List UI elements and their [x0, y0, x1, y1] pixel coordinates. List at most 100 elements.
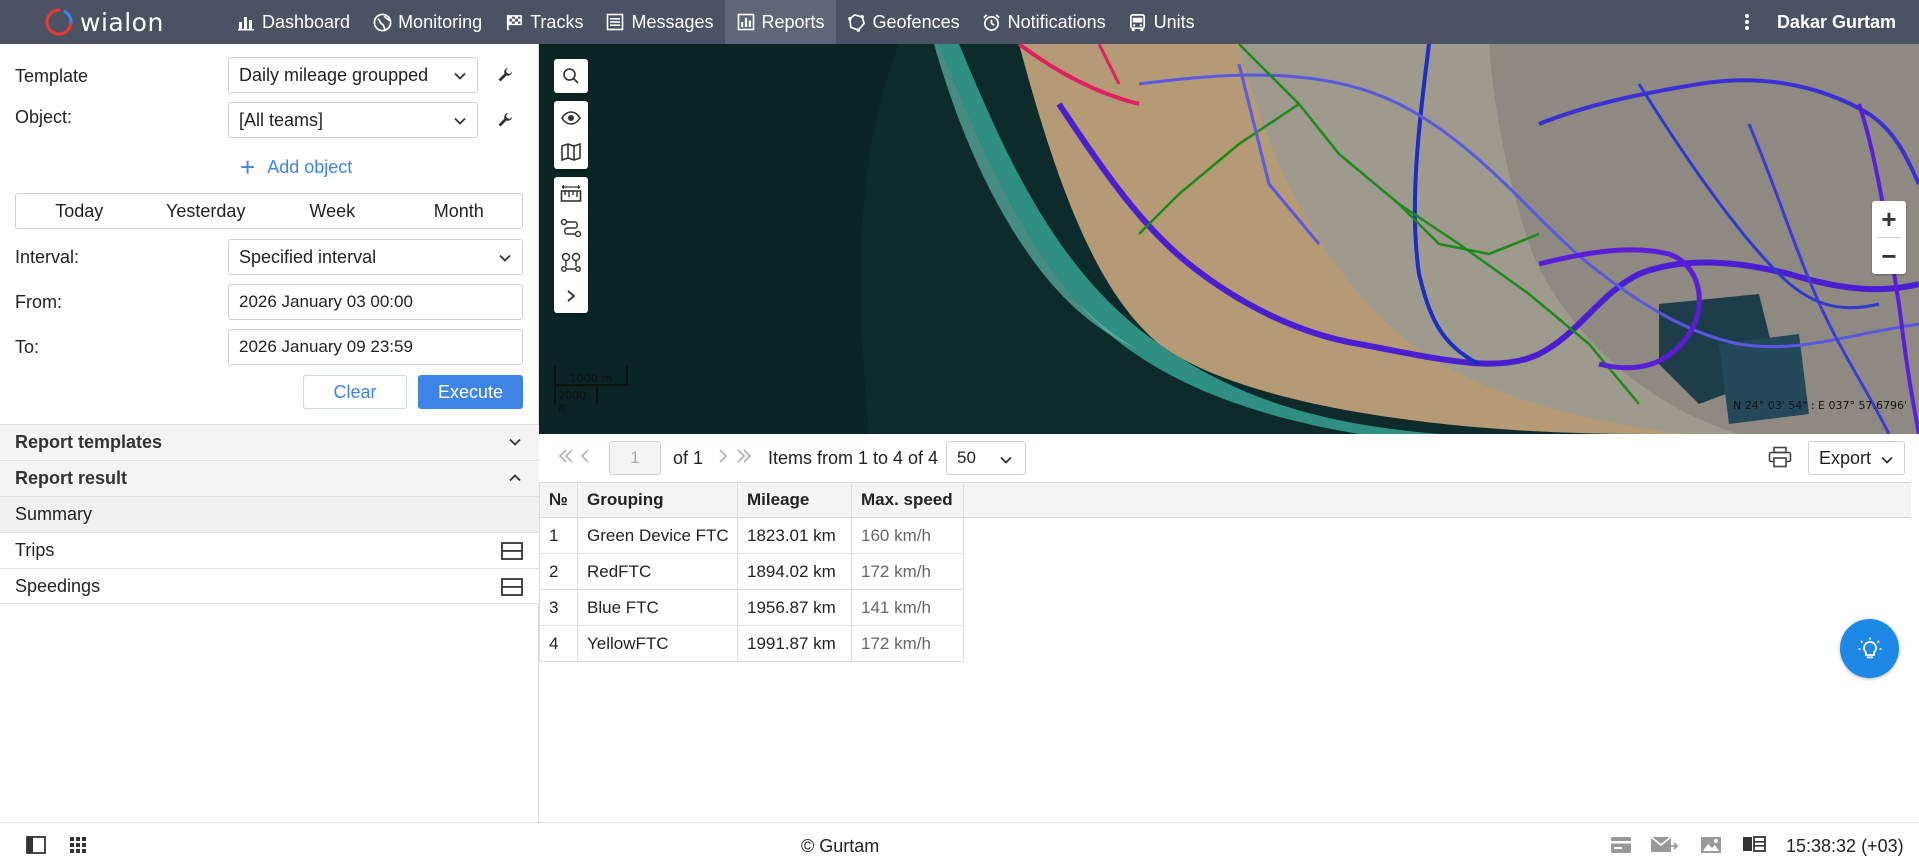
- report-templates-label: Report templates: [15, 432, 163, 452]
- add-object-button[interactable]: + Add object: [240, 154, 352, 180]
- geofence-icon: [847, 12, 867, 32]
- period-today-button[interactable]: Today: [16, 194, 143, 228]
- next-page-icon[interactable]: [717, 448, 729, 464]
- template-label: Template: [15, 66, 89, 86]
- export-label: Export: [1819, 447, 1872, 468]
- wrench-icon[interactable]: [495, 65, 515, 85]
- nav-geofences[interactable]: Geofences: [836, 0, 971, 44]
- zoom-out-button[interactable]: −: [1872, 238, 1906, 274]
- mail-icon[interactable]: [1650, 836, 1678, 854]
- column-header-grouping[interactable]: Grouping: [578, 483, 738, 517]
- eye-icon[interactable]: [554, 101, 588, 135]
- map-layers-icon[interactable]: [554, 135, 588, 169]
- layout-icon[interactable]: [1742, 836, 1766, 852]
- report-settings-panel: Template Daily mileage groupped Object: …: [0, 44, 539, 822]
- prev-page-icon[interactable]: [579, 448, 591, 464]
- chevron-down-icon: [499, 254, 511, 262]
- nav-tracks-label: Tracks: [530, 11, 584, 32]
- cell-grouping: Green Device FTC: [578, 518, 738, 554]
- tips-button[interactable]: [1840, 619, 1899, 678]
- period-week-button[interactable]: Week: [269, 194, 396, 228]
- cell-grouping: Blue FTC: [578, 590, 738, 626]
- nav-reports[interactable]: Reports: [724, 0, 836, 44]
- ruler-icon[interactable]: [554, 177, 588, 211]
- table-row[interactable]: 2 RedFTC 1894.02 km 172 km/h: [539, 554, 964, 590]
- column-header-max-speed[interactable]: Max. speed: [852, 483, 964, 517]
- execute-button[interactable]: Execute: [418, 375, 523, 409]
- chevron-down-icon: [509, 438, 521, 446]
- nav-notifications-label: Notifications: [1007, 11, 1106, 32]
- map-coordinates: N 24° 03' 54" : E 037° 57.6796': [1733, 399, 1907, 412]
- more-menu-icon[interactable]: [1735, 0, 1759, 44]
- chevron-down-icon: [1000, 456, 1012, 464]
- map-view[interactable]: + − 1000 m 2000 ft N 24° 03' 54" : E 037…: [539, 44, 1919, 434]
- table-row[interactable]: 4 YellowFTC 1991.87 km 172 km/h: [539, 626, 964, 662]
- add-object-label: Add object: [267, 156, 353, 177]
- column-header-mileage[interactable]: Mileage: [738, 483, 852, 517]
- table-row[interactable]: 1 Green Device FTC 1823.01 km 160 km/h: [539, 518, 964, 554]
- result-item-label: Summary: [15, 504, 93, 524]
- nav-dashboard-label: Dashboard: [262, 11, 351, 32]
- cell-max-speed: 172 km/h: [852, 626, 964, 662]
- chart-bars-icon: [236, 12, 256, 32]
- cell-mileage: 1956.87 km: [738, 590, 852, 626]
- map-search-icon[interactable]: [554, 59, 588, 93]
- per-page-select[interactable]: 50: [946, 441, 1026, 475]
- interval-select[interactable]: Specified interval: [228, 239, 523, 275]
- period-month-button[interactable]: Month: [396, 194, 523, 228]
- report-icon: [736, 12, 756, 32]
- nav-tracks[interactable]: Tracks: [493, 0, 594, 44]
- satellite-map-image: [539, 44, 1919, 434]
- nav-monitoring-label: Monitoring: [398, 11, 483, 32]
- sidebar-toggle-icon[interactable]: [26, 836, 46, 854]
- table-toggle-icon[interactable]: [501, 578, 523, 596]
- report-result-header[interactable]: Report result: [0, 460, 539, 496]
- apps-grid-icon[interactable]: [69, 836, 87, 854]
- card-icon[interactable]: [1610, 836, 1632, 854]
- page-number-input[interactable]: 1: [609, 441, 661, 475]
- nav-units[interactable]: Units: [1117, 0, 1206, 44]
- user-menu[interactable]: Dakar Gurtam: [1777, 12, 1919, 33]
- nav-notifications[interactable]: Notifications: [971, 0, 1117, 44]
- wialon-logo[interactable]: wialon: [0, 0, 205, 44]
- to-date-input[interactable]: 2026 January 09 23:59: [228, 329, 523, 365]
- object-select[interactable]: [All teams]: [228, 102, 478, 138]
- template-select[interactable]: Daily mileage groupped: [228, 57, 478, 93]
- chevron-up-icon: [509, 474, 521, 482]
- interval-label: Interval:: [15, 247, 80, 267]
- object-label: Object:: [15, 107, 73, 127]
- route-icon[interactable]: [554, 211, 588, 245]
- chevron-right-icon[interactable]: [554, 279, 588, 313]
- report-templates-header[interactable]: Report templates: [0, 424, 539, 460]
- bus-icon: [1128, 12, 1148, 32]
- checkered-flag-icon: [504, 12, 524, 32]
- table-toggle-icon[interactable]: [501, 542, 523, 560]
- wialon-logo-icon: [45, 8, 73, 36]
- cell-number: 4: [540, 626, 578, 662]
- printer-icon[interactable]: [1768, 446, 1792, 468]
- result-item-label: Speedings: [15, 575, 101, 596]
- cell-mileage: 1823.01 km: [738, 518, 852, 554]
- column-header-number[interactable]: №: [539, 483, 578, 517]
- result-item-trips[interactable]: Trips: [0, 532, 539, 568]
- template-select-value: Daily mileage groupped: [239, 64, 429, 85]
- last-page-icon[interactable]: [735, 448, 753, 464]
- route-points-icon[interactable]: [554, 245, 588, 279]
- result-item-summary[interactable]: Summary: [0, 496, 539, 532]
- clear-button[interactable]: Clear: [303, 375, 407, 409]
- nav-dashboard[interactable]: Dashboard: [225, 0, 361, 44]
- period-yesterday-button[interactable]: Yesterday: [143, 194, 270, 228]
- result-item-speedings[interactable]: Speedings: [0, 568, 539, 604]
- from-date-input[interactable]: 2026 January 03 00:00: [228, 284, 523, 320]
- nav-messages[interactable]: Messages: [594, 0, 724, 44]
- zoom-in-button[interactable]: +: [1872, 201, 1906, 237]
- export-dropdown[interactable]: Export: [1808, 441, 1905, 475]
- cell-grouping: RedFTC: [578, 554, 738, 590]
- wrench-icon[interactable]: [495, 110, 515, 130]
- nav-monitoring[interactable]: Monitoring: [361, 0, 493, 44]
- table-row[interactable]: 3 Blue FTC 1956.87 km 141 km/h: [539, 590, 964, 626]
- image-icon[interactable]: [1700, 836, 1722, 854]
- first-page-icon[interactable]: [557, 448, 575, 464]
- chevron-down-icon: [454, 117, 466, 125]
- object-select-value: [All teams]: [239, 109, 324, 130]
